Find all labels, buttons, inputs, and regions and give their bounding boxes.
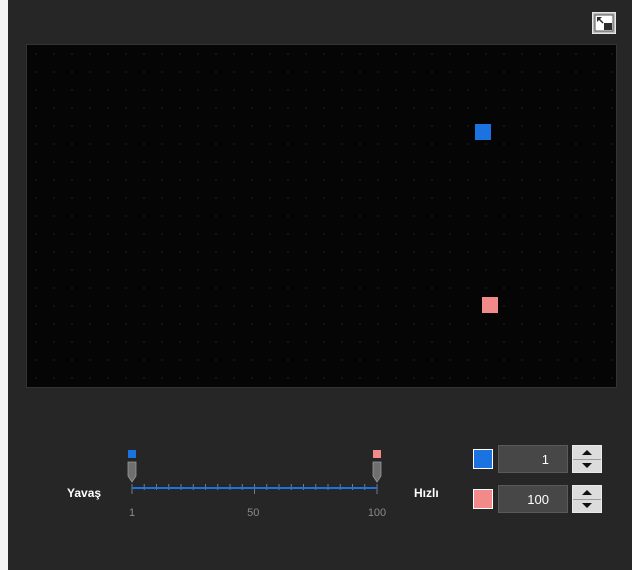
red-speed-spinbox[interactable] [498, 485, 602, 513]
arrow-up-icon [582, 449, 592, 455]
blue-decrement-button[interactable] [573, 458, 601, 473]
red-speed-input[interactable] [498, 485, 568, 513]
speed-slider[interactable]: 1 50 100 [124, 448, 392, 528]
arrow-up-icon [582, 489, 592, 495]
red-handle-grip [372, 461, 382, 483]
slow-label: Yavaş [67, 486, 102, 500]
preview-area [26, 44, 617, 388]
arrow-down-icon [582, 503, 592, 509]
blue-increment-button[interactable] [573, 446, 601, 459]
blue-color-swatch[interactable] [473, 449, 493, 469]
blue-speed-spinbox[interactable] [498, 445, 602, 473]
red-spin-buttons [572, 485, 602, 513]
blue-handle-grip [127, 461, 137, 483]
blue-marker[interactable] [475, 124, 491, 140]
red-color-swatch[interactable] [473, 489, 493, 509]
red-marker[interactable] [482, 297, 498, 313]
red-handle-swatch [373, 450, 381, 458]
red-slider-handle[interactable] [372, 450, 382, 483]
blue-speed-input[interactable] [498, 445, 568, 473]
blue-slider-handle[interactable] [127, 450, 137, 483]
arrow-down-icon [582, 463, 592, 469]
speed-settings-panel: Yavaş Hızlı 1 50 100 [8, 0, 632, 570]
red-decrement-button[interactable] [573, 498, 601, 513]
blue-spin-buttons [572, 445, 602, 473]
tick-label-1: 1 [129, 507, 135, 519]
fast-label: Hızlı [414, 486, 439, 500]
blue-handle-swatch [128, 450, 136, 458]
expand-button[interactable] [592, 12, 616, 34]
expand-icon [594, 14, 614, 32]
tick-label-100: 100 [368, 507, 386, 519]
red-increment-button[interactable] [573, 486, 601, 499]
tick-label-50: 50 [247, 507, 259, 519]
